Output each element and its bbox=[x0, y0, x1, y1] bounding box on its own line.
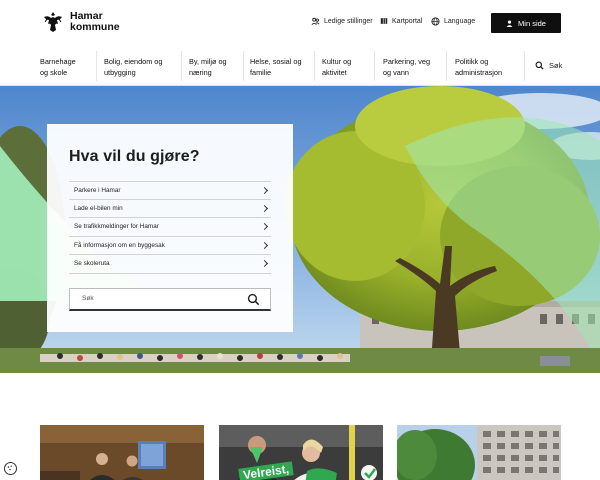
nav-label-line2: utbygging bbox=[104, 68, 136, 77]
link-label: Language bbox=[444, 18, 476, 25]
nav-label-line1: Barnehage bbox=[40, 57, 76, 66]
chevron-right-icon bbox=[260, 260, 269, 268]
logo-line2: kommune bbox=[70, 21, 120, 33]
nav-item-bolig[interactable]: Bolig, eiendom og utbygging bbox=[104, 56, 162, 78]
search-icon[interactable] bbox=[247, 293, 260, 306]
site-header: Hamar kommune Ledige stillinger Kartport… bbox=[0, 0, 600, 46]
task-link-lade[interactable]: Lade el-bilen min bbox=[69, 200, 271, 218]
hero-search-box bbox=[69, 288, 271, 311]
card-image-building bbox=[397, 425, 561, 480]
task-label: Se skoleruta bbox=[74, 260, 110, 268]
chevron-right-icon bbox=[260, 241, 269, 249]
nav-label-line1: Politikk og bbox=[455, 57, 489, 66]
nav-label-line2: næring bbox=[189, 68, 212, 77]
task-panel: Hva vil du gjøre? Parkere i Hamar Lade e… bbox=[47, 124, 293, 332]
nav-divider bbox=[181, 51, 182, 81]
nav-label-line2: aktivitet bbox=[322, 68, 347, 77]
chevron-right-icon bbox=[260, 204, 269, 212]
main-navigation: Barnehage og skole Bolig, eiendom og utb… bbox=[0, 46, 600, 86]
nav-divider bbox=[243, 51, 244, 81]
nav-divider bbox=[314, 51, 315, 81]
link-label: Ledige stillinger bbox=[324, 18, 373, 25]
search-icon bbox=[535, 61, 544, 70]
logo-wordmark: Hamar kommune bbox=[70, 11, 120, 33]
site-logo[interactable]: Hamar kommune bbox=[42, 10, 120, 34]
nav-search-label: Søk bbox=[549, 61, 563, 70]
task-list: Parkere i Hamar Lade el-bilen min Se tra… bbox=[69, 181, 271, 274]
nav-label-line2: og vann bbox=[383, 68, 409, 77]
nav-label-line1: By, miljø og bbox=[189, 57, 227, 66]
globe-icon bbox=[431, 17, 440, 26]
task-label: Se trafikkmeldinger for Hamar bbox=[74, 223, 159, 231]
task-label: Få informasjon om en byggesak bbox=[74, 241, 165, 249]
link-language[interactable]: Language bbox=[431, 17, 475, 26]
news-card-2[interactable]: Velreist, bbox=[219, 425, 383, 480]
cookie-settings-button[interactable] bbox=[4, 462, 17, 475]
nav-item-politikk[interactable]: Politikk og administrasjon bbox=[455, 56, 502, 78]
nav-item-by-miljo[interactable]: By, miljø og næring bbox=[189, 56, 227, 78]
user-icon bbox=[506, 19, 513, 27]
news-cards: Velreist, bbox=[0, 373, 600, 480]
task-label: Lade el-bilen min bbox=[74, 204, 123, 212]
task-link-skoleruta[interactable]: Se skoleruta bbox=[69, 255, 271, 274]
nav-label-line1: Kultur og bbox=[322, 57, 352, 66]
nav-divider bbox=[374, 51, 375, 81]
news-card-1[interactable] bbox=[40, 425, 204, 480]
nav-label-line2: administrasjon bbox=[455, 68, 503, 77]
nav-label-line1: Parkering, veg bbox=[383, 57, 431, 66]
panel-title: Hva vil du gjøre? bbox=[69, 148, 200, 165]
chevron-right-icon bbox=[260, 186, 269, 194]
nav-label-line2: og skole bbox=[40, 68, 68, 77]
nav-item-parkering[interactable]: Parkering, veg og vann bbox=[383, 56, 430, 78]
min-side-button[interactable]: Min side bbox=[491, 13, 561, 33]
nav-search-button[interactable]: Søk bbox=[535, 61, 562, 70]
hero-search-input[interactable] bbox=[82, 295, 242, 302]
task-link-parkere[interactable]: Parkere i Hamar bbox=[69, 181, 271, 200]
task-link-byggesak[interactable]: Få informasjon om en byggesak bbox=[69, 237, 271, 255]
map-icon bbox=[380, 18, 388, 24]
link-ledige-stillinger[interactable]: Ledige stillinger bbox=[311, 17, 373, 26]
nav-label-line2: familie bbox=[250, 68, 272, 77]
nav-item-helse[interactable]: Helse, sosial og familie bbox=[250, 56, 302, 78]
task-label: Parkere i Hamar bbox=[74, 186, 121, 194]
nav-divider bbox=[524, 51, 525, 81]
nav-item-barnehage[interactable]: Barnehage og skole bbox=[40, 56, 76, 78]
nav-label-line1: Helse, sosial og bbox=[250, 57, 302, 66]
link-label: Kartportal bbox=[392, 17, 423, 25]
nav-divider bbox=[96, 51, 97, 81]
news-card-3[interactable] bbox=[397, 425, 561, 480]
nav-item-kultur[interactable]: Kultur og aktivitet bbox=[322, 56, 351, 78]
card-image-meeting bbox=[40, 425, 204, 480]
people-icon bbox=[311, 17, 320, 25]
link-kartportal[interactable]: Kartportal bbox=[380, 17, 422, 25]
nav-divider bbox=[446, 51, 447, 81]
chevron-right-icon bbox=[260, 223, 269, 231]
coat-of-arms-icon bbox=[44, 12, 62, 32]
nav-label-line1: Bolig, eiendom og bbox=[104, 57, 163, 66]
min-side-label: Min side bbox=[518, 18, 546, 28]
cookie-icon bbox=[7, 465, 12, 471]
task-link-trafikk[interactable]: Se trafikkmeldinger for Hamar bbox=[69, 218, 271, 237]
